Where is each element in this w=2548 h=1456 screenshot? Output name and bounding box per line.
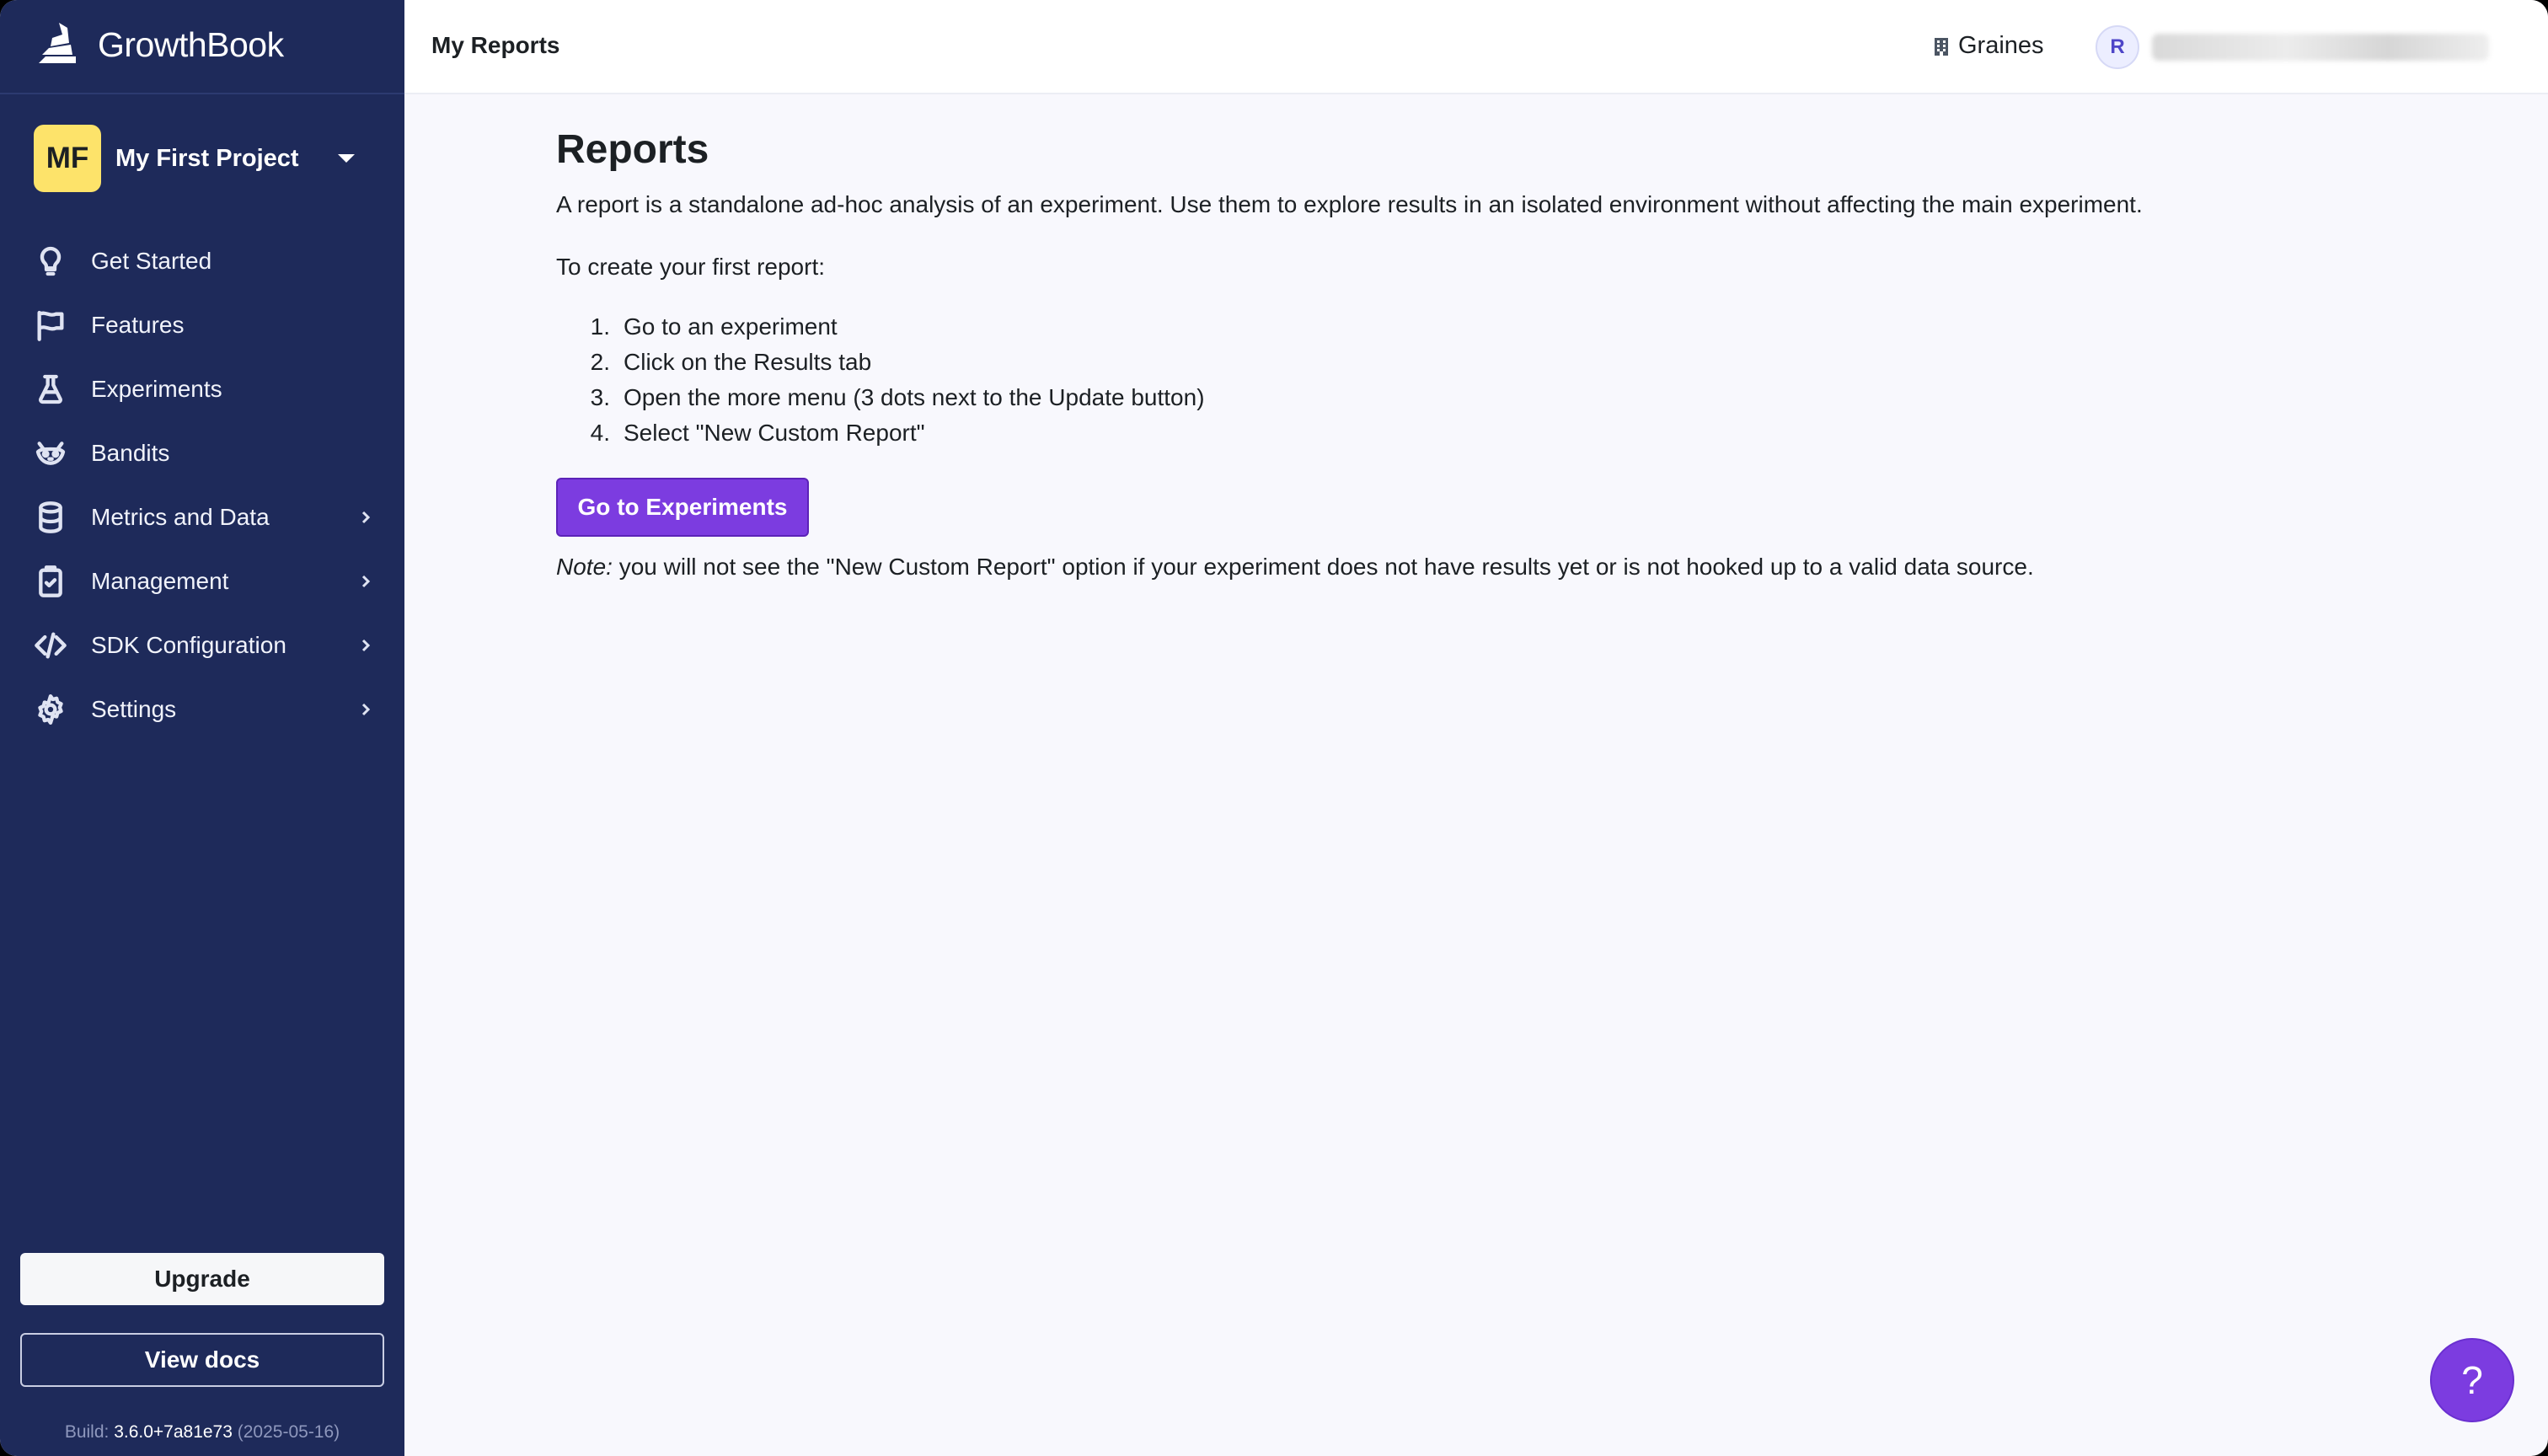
main-content: Reports A report is a standalone ad-hoc … bbox=[556, 126, 2494, 584]
database-icon bbox=[34, 499, 67, 536]
sidebar-item-metrics-and-data[interactable]: Metrics and Data bbox=[0, 485, 404, 549]
app-window: GrowthBook MF My First Project Get Start… bbox=[0, 0, 2548, 1456]
user-avatar[interactable]: R bbox=[2096, 25, 2139, 69]
sidebar-item-label: Management bbox=[91, 568, 229, 594]
step-text: Click on the Results tab bbox=[624, 349, 872, 375]
app-name: GrowthBook bbox=[98, 24, 284, 64]
sidebar-item-get-started[interactable]: Get Started bbox=[0, 229, 404, 293]
sidebar-item-label: SDK Configuration bbox=[91, 632, 286, 658]
step-number: 3. bbox=[590, 384, 610, 410]
project-avatar: MF bbox=[34, 125, 101, 192]
upgrade-button[interactable]: Upgrade bbox=[20, 1253, 384, 1305]
sidebar-item-bandits[interactable]: Bandits bbox=[0, 421, 404, 485]
step-number: 2. bbox=[590, 349, 610, 375]
chevron-right-icon bbox=[357, 637, 374, 654]
list-item: 1. Go to an experiment bbox=[556, 309, 2494, 345]
step-number: 1. bbox=[590, 313, 610, 340]
go-to-experiments-button[interactable]: Go to Experiments bbox=[556, 478, 809, 537]
page-breadcrumb: My Reports bbox=[431, 32, 560, 58]
sidebar: GrowthBook MF My First Project Get Start… bbox=[0, 0, 404, 1456]
sidebar-item-experiments[interactable]: Experiments bbox=[0, 357, 404, 421]
flask-icon bbox=[34, 371, 67, 408]
step-text: Open the more menu (3 dots next to the U… bbox=[624, 384, 1205, 410]
lightbulb-icon bbox=[34, 243, 67, 280]
sidebar-item-management[interactable]: Management bbox=[0, 549, 404, 613]
list-item: 3. Open the more menu (3 dots next to the… bbox=[556, 380, 2494, 415]
sidebar-item-label: Settings bbox=[91, 696, 177, 722]
caret-down-icon bbox=[338, 154, 355, 163]
steps-list: 1. Go to an experiment 2. Click on the Res… bbox=[556, 309, 2494, 451]
logo[interactable]: GrowthBook bbox=[34, 15, 284, 74]
steps-heading: To create your first report: bbox=[556, 254, 826, 280]
sidebar-item-label: Bandits bbox=[91, 440, 170, 466]
project-selector[interactable]: MF My First Project bbox=[34, 125, 375, 192]
gear-icon bbox=[34, 691, 67, 728]
raccoon-icon bbox=[34, 435, 67, 472]
chevron-right-icon bbox=[357, 509, 374, 526]
sidebar-item-settings[interactable]: Settings bbox=[0, 677, 404, 741]
flag-icon bbox=[34, 307, 67, 344]
list-item: 4. Select "New Custom Report" bbox=[556, 415, 2494, 451]
help-button[interactable]: ? bbox=[2430, 1338, 2514, 1422]
note-body: you will not see the "New Custom Report"… bbox=[612, 554, 2034, 580]
step-text: Select "New Custom Report" bbox=[624, 420, 925, 446]
topbar: My Reports Graines R bbox=[404, 0, 2548, 94]
organization-switcher[interactable]: Graines bbox=[1931, 32, 2044, 60]
organization-name: Graines bbox=[1958, 32, 2044, 59]
view-docs-button[interactable]: View docs bbox=[20, 1333, 384, 1387]
sidebar-divider bbox=[0, 93, 404, 94]
project-name: My First Project bbox=[115, 144, 299, 172]
sidebar-item-features[interactable]: Features bbox=[0, 293, 404, 357]
page-title: Reports bbox=[556, 127, 709, 172]
build-version: 3.6.0+7a81e73 bbox=[114, 1422, 233, 1442]
list-item: 2. Click on the Results tab bbox=[556, 345, 2494, 380]
sidebar-item-label: Experiments bbox=[91, 376, 222, 402]
build-prefix: Build: bbox=[64, 1422, 115, 1442]
sidebar-item-label: Get Started bbox=[91, 248, 212, 274]
sidebar-item-sdk-configuration[interactable]: SDK Configuration bbox=[0, 613, 404, 677]
clipboard-icon bbox=[34, 563, 67, 600]
sidebar-item-label: Metrics and Data bbox=[91, 504, 270, 530]
build-date: (2025-05-16) bbox=[232, 1422, 340, 1442]
reports-description: A report is a standalone ad-hoc analysis… bbox=[556, 191, 2143, 217]
sidebar-item-label: Features bbox=[91, 312, 185, 338]
user-name-redacted[interactable] bbox=[2152, 34, 2489, 61]
note-label: Note: bbox=[556, 554, 613, 580]
step-number: 4. bbox=[590, 420, 610, 446]
chevron-right-icon bbox=[357, 573, 374, 590]
building-icon bbox=[1935, 37, 1948, 56]
step-text: Go to an experiment bbox=[624, 313, 838, 340]
chevron-right-icon bbox=[357, 701, 374, 718]
growthbook-logo-icon bbox=[39, 23, 76, 63]
note-text: Note: you will not see the "New Custom R… bbox=[556, 550, 2494, 584]
sidebar-nav: Get Started Features Experiments Bandits bbox=[0, 229, 404, 741]
code-icon bbox=[34, 627, 67, 664]
build-info: Build: 3.6.0+7a81e73 (2025-05-16) bbox=[0, 1422, 404, 1443]
